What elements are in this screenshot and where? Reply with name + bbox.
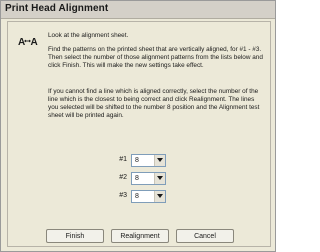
dialog-content: A A Look at the alignment sheet. Find th… bbox=[7, 21, 271, 247]
pattern-select-2-value: 8 bbox=[135, 175, 139, 182]
realignment-button[interactable]: Realignment bbox=[111, 229, 169, 243]
dropdown-button[interactable] bbox=[154, 155, 165, 166]
finish-button[interactable]: Finish bbox=[46, 229, 104, 243]
pattern-select-1-value: 8 bbox=[135, 157, 139, 164]
pattern-select-3-value: 8 bbox=[135, 193, 139, 200]
pattern-select-3[interactable]: 8 bbox=[131, 190, 166, 203]
title-bar[interactable]: Print Head Alignment bbox=[1, 1, 275, 19]
alignment-logo-icon: A A bbox=[18, 37, 38, 47]
instruction-realignment: If you cannot find a line which is align… bbox=[48, 88, 260, 119]
chevron-down-icon bbox=[157, 176, 163, 180]
svg-text:A: A bbox=[18, 37, 25, 47]
selector-label-2: #2 bbox=[119, 174, 127, 181]
instruction-intro: Look at the alignment sheet. bbox=[48, 32, 129, 39]
dialog-title: Print Head Alignment bbox=[5, 3, 109, 14]
print-head-alignment-dialog: Print Head Alignment A A Look at the ali… bbox=[0, 0, 276, 252]
instruction-find-patterns: Find the patterns on the printed sheet t… bbox=[48, 46, 263, 69]
selector-label-1: #1 bbox=[119, 156, 127, 163]
svg-text:A: A bbox=[31, 37, 38, 47]
selector-label-3: #3 bbox=[119, 192, 127, 199]
pattern-select-2[interactable]: 8 bbox=[131, 172, 166, 185]
chevron-down-icon bbox=[157, 158, 163, 162]
dropdown-button[interactable] bbox=[154, 173, 165, 184]
cancel-button[interactable]: Cancel bbox=[176, 229, 234, 243]
pattern-select-1[interactable]: 8 bbox=[131, 154, 166, 167]
dropdown-button[interactable] bbox=[154, 191, 165, 202]
chevron-down-icon bbox=[157, 194, 163, 198]
